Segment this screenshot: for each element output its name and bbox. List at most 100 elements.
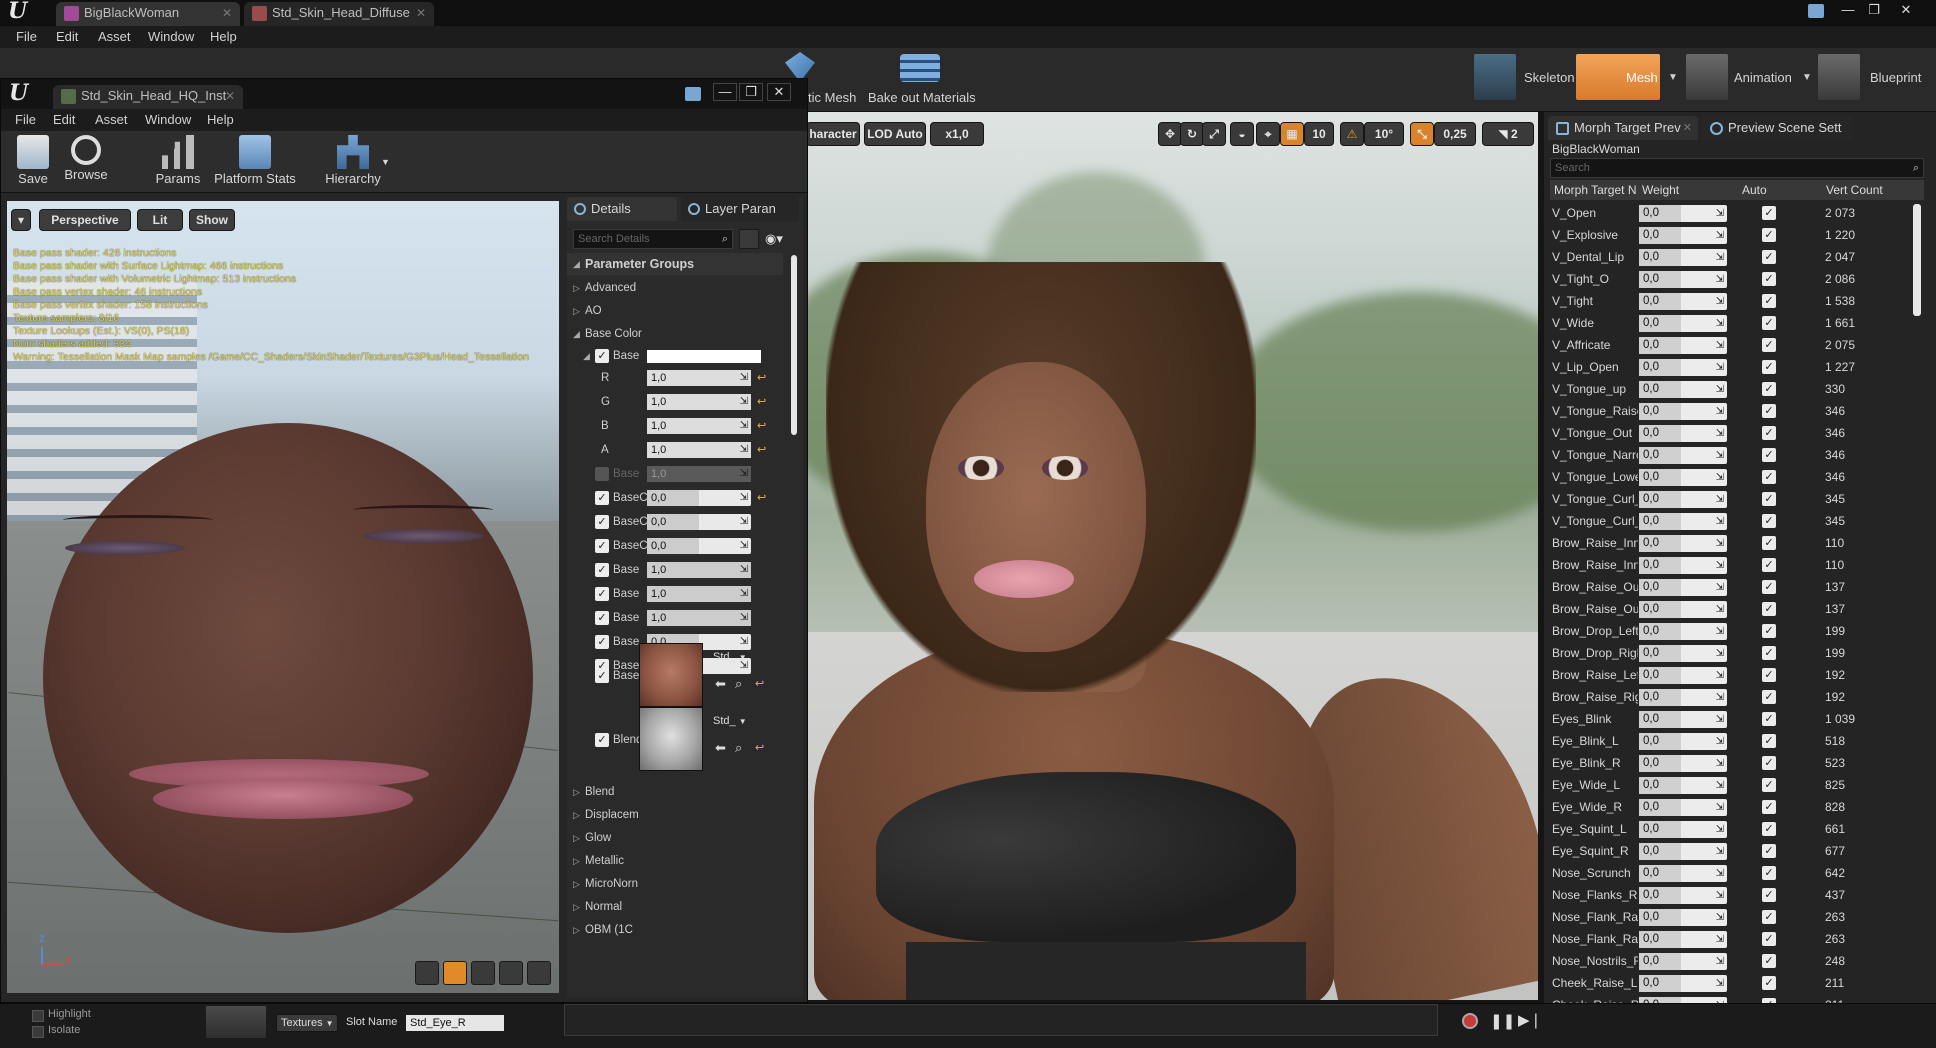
channel-value-field[interactable]: 1,0 ⇲ (647, 442, 751, 458)
morph-target-row[interactable]: Eye_Squint_R 0,0 ⇲ ✓ 677 (1550, 840, 1924, 862)
column-auto[interactable]: Auto (1742, 180, 1767, 200)
auto-checkbox[interactable]: ✓ (1762, 954, 1776, 968)
auto-checkbox[interactable]: ✓ (1762, 712, 1776, 726)
drag-handle-icon[interactable]: ⇲ (1716, 689, 1724, 706)
morph-target-row[interactable]: Nose_Flanks_Ra 0,0 ⇲ ✓ 437 (1550, 884, 1924, 906)
reset-to-default-icon[interactable]: ↩ (757, 439, 766, 461)
morph-target-row[interactable]: V_Wide 0,0 ⇲ ✓ 1 661 (1550, 312, 1924, 334)
param-value-field[interactable]: 1,0 ⇲ (647, 562, 751, 578)
auto-checkbox[interactable]: ✓ (1762, 690, 1776, 704)
preview-mesh-icon[interactable] (527, 961, 551, 985)
timeline-track[interactable] (564, 1004, 1438, 1036)
param-checkbox[interactable]: ✓ (595, 669, 609, 683)
browse-asset-icon[interactable]: ⌕ (735, 737, 742, 759)
morph-target-row[interactable]: Brow_Raise_Left 0,0 ⇲ ✓ 192 (1550, 664, 1924, 686)
morph-target-row[interactable]: V_Tongue_Out 0,0 ⇲ ✓ 346 (1550, 422, 1924, 444)
drag-handle-icon[interactable]: ⇲ (1716, 513, 1724, 530)
morph-target-row[interactable]: V_Tight_O 0,0 ⇲ ✓ 2 086 (1550, 268, 1924, 290)
auto-checkbox[interactable]: ✓ (1762, 404, 1776, 418)
menu-window[interactable]: Window (148, 29, 194, 44)
reset-to-default-icon[interactable]: ↩ (755, 737, 764, 759)
menu-window[interactable]: Window (145, 112, 191, 127)
param-checkbox[interactable]: ✓ (595, 349, 609, 363)
auto-checkbox[interactable]: ✓ (1762, 294, 1776, 308)
auto-checkbox[interactable]: ✓ (1762, 360, 1776, 374)
drag-handle-icon[interactable]: ⇲ (1716, 711, 1724, 728)
column-morph-target-name[interactable]: Morph Target N (1554, 180, 1636, 200)
drag-handle-icon[interactable]: ⇲ (1716, 975, 1724, 992)
morph-weight-field[interactable]: 0,0 ⇲ (1639, 711, 1727, 728)
menu-edit[interactable]: Edit (56, 29, 78, 44)
drag-handle-icon[interactable]: ⇲ (1716, 403, 1724, 420)
morph-weight-field[interactable]: 0,0 ⇲ (1639, 271, 1727, 288)
morph-target-row[interactable]: Nose_Nostrils_Fl 0,0 ⇲ ✓ 248 (1550, 950, 1924, 972)
morph-weight-field[interactable]: 0,0 ⇲ (1639, 579, 1727, 596)
auto-checkbox[interactable]: ✓ (1762, 778, 1776, 792)
column-vert-count[interactable]: Vert Count (1826, 180, 1883, 200)
drag-handle-icon[interactable]: ⇲ (1716, 667, 1724, 684)
drag-handle-icon[interactable]: ⇲ (1716, 293, 1724, 310)
morph-weight-field[interactable]: 0,0 ⇲ (1639, 557, 1727, 574)
menu-edit[interactable]: Edit (53, 112, 75, 127)
morph-weight-field[interactable]: 0,0 ⇲ (1639, 733, 1727, 750)
morph-list-scrollbar[interactable] (1913, 204, 1921, 316)
record-icon[interactable] (1462, 1013, 1478, 1029)
drag-handle-icon[interactable]: ⇲ (1716, 821, 1724, 838)
chevron-down-icon[interactable]: ▼ (1668, 72, 1678, 83)
morph-weight-field[interactable]: 0,0 ⇲ (1639, 865, 1727, 882)
morph-target-row[interactable]: Brow_Drop_Left 0,0 ⇲ ✓ 199 (1550, 620, 1924, 642)
morph-target-row[interactable]: V_Lip_Open 0,0 ⇲ ✓ 1 227 (1550, 356, 1924, 378)
show-button[interactable]: Show (189, 209, 235, 231)
drag-handle-icon[interactable]: ⇲ (1716, 315, 1724, 332)
texture-thumbnail[interactable] (639, 643, 703, 707)
character-button[interactable]: haracter (806, 122, 860, 146)
drag-handle-icon[interactable]: ⇲ (740, 394, 748, 410)
auto-checkbox[interactable]: ✓ (1762, 206, 1776, 220)
param-checkbox[interactable]: ✓ (595, 611, 609, 625)
morph-weight-field[interactable]: 0,0 ⇲ (1639, 491, 1727, 508)
menu-file[interactable]: File (15, 112, 36, 127)
texture-asset-combo[interactable]: Std_ ▼ (713, 713, 747, 729)
mode-animation-button[interactable]: Animation ▼ (1686, 54, 1814, 102)
group-ao[interactable]: ▷ AO (567, 300, 777, 322)
tab-bigblackwoman[interactable]: BigBlackWoman ✕ (56, 2, 240, 26)
morph-target-row[interactable]: Brow_Raise_Rigl 0,0 ⇲ ✓ 192 (1550, 686, 1924, 708)
world-space-icon[interactable]: ◒ (1230, 122, 1254, 146)
param-checkbox[interactable]: ✓ (595, 587, 609, 601)
auto-checkbox[interactable]: ✓ (1762, 976, 1776, 990)
drag-handle-icon[interactable]: ⇲ (740, 442, 748, 458)
tab-preview-scene-settings[interactable]: Preview Scene Sett (1702, 116, 1852, 140)
auto-checkbox[interactable]: ✓ (1762, 250, 1776, 264)
drag-handle-icon[interactable]: ⇲ (1716, 865, 1724, 882)
morph-weight-field[interactable]: 0,0 ⇲ (1639, 887, 1727, 904)
drag-handle-icon[interactable]: ⇲ (1716, 469, 1724, 486)
auto-checkbox[interactable]: ✓ (1762, 756, 1776, 770)
preview-cube-icon[interactable] (499, 961, 523, 985)
morph-target-row[interactable]: V_Tongue_up 0,0 ⇲ ✓ 330 (1550, 378, 1924, 400)
channel-value-field[interactable]: 1,0 ⇲ (647, 394, 751, 410)
menu-help[interactable]: Help (210, 29, 237, 44)
morph-weight-field[interactable]: 0,0 ⇲ (1639, 315, 1727, 332)
group-row[interactable]: ▷ Metallic (567, 850, 777, 872)
search-icon[interactable]: ⌕ (722, 230, 728, 248)
auto-checkbox[interactable]: ✓ (1762, 624, 1776, 638)
mode-mesh-button[interactable]: Mesh ▼ (1576, 54, 1688, 102)
scale-snap-icon[interactable]: ⤡ (1410, 122, 1434, 146)
morph-weight-field[interactable]: 0,0 ⇲ (1639, 469, 1727, 486)
auto-checkbox[interactable]: ✓ (1762, 448, 1776, 462)
morph-target-row[interactable]: Cheek_Raise_L 0,0 ⇲ ✓ 211 (1550, 972, 1924, 994)
auto-checkbox[interactable]: ✓ (1762, 536, 1776, 550)
morph-weight-field[interactable]: 0,0 ⇲ (1639, 667, 1727, 684)
morph-weight-field[interactable]: 0,0 ⇲ (1639, 777, 1727, 794)
close-icon[interactable]: ✕ (416, 2, 426, 24)
morph-target-row[interactable]: V_Tight 0,0 ⇲ ✓ 1 538 (1550, 290, 1924, 312)
morph-target-row[interactable]: V_Tongue_Raise 0,0 ⇲ ✓ 346 (1550, 400, 1924, 422)
morph-weight-field[interactable]: 0,0 ⇲ (1639, 337, 1727, 354)
morph-weight-field[interactable]: 0,0 ⇲ (1639, 623, 1727, 640)
bake-materials-label[interactable]: Bake out Materials (868, 90, 976, 105)
morph-target-row[interactable]: Eye_Wide_R 0,0 ⇲ ✓ 828 (1550, 796, 1924, 818)
menu-file[interactable]: File (16, 29, 37, 44)
reset-to-default-icon[interactable]: ↩ (757, 487, 766, 509)
auto-checkbox[interactable]: ✓ (1762, 822, 1776, 836)
rotate-icon[interactable]: ↻ (1180, 122, 1204, 146)
